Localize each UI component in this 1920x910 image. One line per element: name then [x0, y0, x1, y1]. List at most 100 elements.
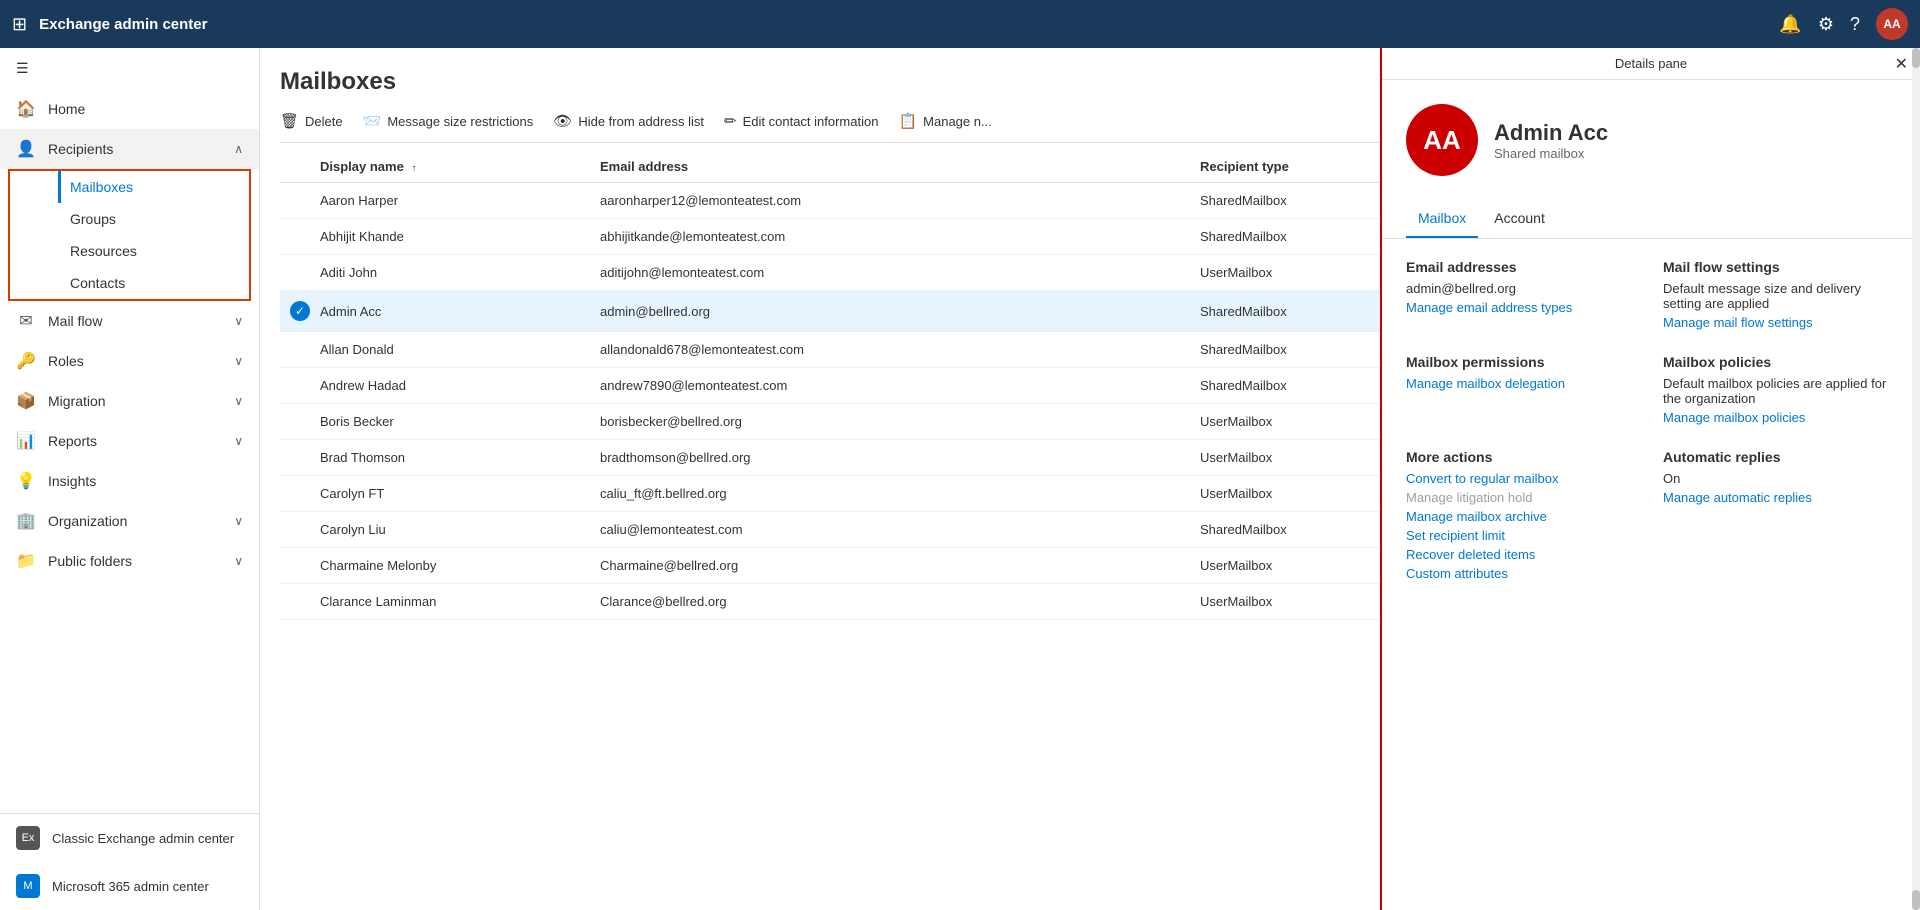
delete-button[interactable]: 🗑 Delete [280, 112, 343, 130]
custom-attributes-link[interactable]: Custom attributes [1406, 566, 1639, 581]
manage-automatic-replies-link[interactable]: Manage automatic replies [1663, 490, 1896, 505]
sidebar-item-contacts[interactable]: Contacts [58, 267, 249, 299]
convert-link[interactable]: Convert to regular mailbox [1406, 471, 1639, 486]
sidebar-item-home[interactable]: 🏠 Home [0, 89, 259, 129]
mailbox-policies-text: Default mailbox policies are applied for… [1663, 376, 1896, 406]
gear-icon[interactable]: ⚙ [1818, 14, 1834, 35]
sidebar-label-organization: Organization [48, 513, 127, 529]
table-row[interactable]: Abhijit Khande abhijitkande@lemonteatest… [280, 219, 1380, 255]
table-row[interactable]: Boris Becker borisbecker@bellred.org Use… [280, 404, 1380, 440]
sidebar-item-migration[interactable]: 📦 Migration ∨ [0, 381, 259, 421]
help-icon[interactable]: ? [1850, 14, 1860, 35]
roles-icon: 🔑 [16, 351, 36, 371]
row-check: ✓ [280, 301, 320, 321]
sidebar-item-organization[interactable]: 🏢 Organization ∨ [0, 501, 259, 541]
organization-icon: 🏢 [16, 511, 36, 531]
groups-label: Groups [70, 211, 116, 227]
archive-link[interactable]: Manage mailbox archive [1406, 509, 1639, 524]
sidebar-label-insights: Insights [48, 473, 96, 489]
row-display-name: Charmaine Melonby [320, 558, 600, 573]
classic-eac-label: Classic Exchange admin center [52, 831, 234, 846]
hide-address-button[interactable]: 👁 Hide from address list [553, 112, 704, 130]
contacts-label: Contacts [70, 275, 125, 291]
organization-arrow: ∨ [234, 514, 243, 528]
more-actions-title: More actions [1406, 449, 1639, 465]
main-inner: Mailboxes 🗑 Delete 📨 Message size restri… [260, 48, 1920, 910]
col-display-name[interactable]: Display name ↑ [320, 159, 600, 174]
sidebar-item-insights[interactable]: 💡 Insights [0, 461, 259, 501]
col-check [280, 159, 320, 174]
manage-mailbox-policies-link[interactable]: Manage mailbox policies [1663, 410, 1896, 425]
row-email: admin@bellred.org [600, 304, 1200, 319]
table-row[interactable]: Clarance Laminman Clarance@bellred.org U… [280, 584, 1380, 620]
topbar: ⊞ Exchange admin center 🔔 ⚙ ? AA [0, 0, 1920, 48]
tab-account[interactable]: Account [1482, 200, 1557, 238]
sidebar-item-mailboxes[interactable]: Mailboxes [58, 171, 249, 203]
email-address-value: admin@bellred.org [1406, 281, 1639, 296]
m365-icon: M [16, 874, 40, 898]
table-row[interactable]: Aaron Harper aaronharper12@lemonteatest.… [280, 183, 1380, 219]
recipients-subnav: Mailboxes Groups Resources Contacts Tabs [0, 169, 259, 301]
row-email: andrew7890@lemonteatest.com [600, 378, 1200, 393]
table-row[interactable]: Allan Donald allandonald678@lemonteatest… [280, 332, 1380, 368]
sidebar-item-groups[interactable]: Groups [58, 203, 249, 235]
sidebar-item-public-folders[interactable]: 📁 Public folders ∨ [0, 541, 259, 581]
table-body: Aaron Harper aaronharper12@lemonteatest.… [280, 183, 1380, 910]
sidebar-label-roles: Roles [48, 353, 84, 369]
table-row[interactable]: Carolyn FT caliu_ft@ft.bellred.org UserM… [280, 476, 1380, 512]
sidebar-item-reports[interactable]: 📊 Reports ∨ [0, 421, 259, 461]
manage-button[interactable]: 📋 Manage n... [898, 112, 991, 130]
details-pane: Details pane ✕ AA Admin Acc Shared mailb… [1380, 48, 1920, 910]
edit-contact-button[interactable]: ✏ Edit contact information [724, 112, 878, 130]
sidebar-label-recipients: Recipients [48, 141, 113, 157]
tab-mailbox[interactable]: Mailbox [1406, 200, 1478, 238]
row-type: SharedMailbox [1200, 522, 1380, 537]
manage-email-address-types-link[interactable]: Manage email address types [1406, 300, 1639, 315]
avatar[interactable]: AA [1876, 8, 1908, 40]
waffle-icon[interactable]: ⊞ [12, 14, 27, 35]
sidebar-item-recipients[interactable]: 👤 Recipients ∧ [0, 129, 259, 169]
message-size-icon: 📨 [363, 112, 382, 130]
table-row[interactable]: Carolyn Liu caliu@lemonteatest.com Share… [280, 512, 1380, 548]
recipients-icon: 👤 [16, 139, 36, 159]
table-row[interactable]: Brad Thomson bradthomson@bellred.org Use… [280, 440, 1380, 476]
table-row[interactable]: ✓ Admin Acc admin@bellred.org SharedMail… [280, 291, 1380, 332]
litigation-link: Manage litigation hold [1406, 490, 1639, 505]
details-type: Shared mailbox [1494, 146, 1608, 161]
toolbar: 🗑 Delete 📨 Message size restrictions 👁 H… [280, 112, 1380, 143]
sidebar-toggle[interactable]: ☰ [0, 48, 259, 89]
row-display-name: Andrew Hadad [320, 378, 600, 393]
row-display-name: Aditi John [320, 265, 600, 280]
col-type: Recipient type [1200, 159, 1380, 174]
manage-mailbox-delegation-link[interactable]: Manage mailbox delegation [1406, 376, 1639, 391]
table-row[interactable]: Charmaine Melonby Charmaine@bellred.org … [280, 548, 1380, 584]
row-display-name: Admin Acc [320, 304, 600, 319]
sidebar-m365[interactable]: M Microsoft 365 admin center [0, 862, 259, 910]
mail-flow-settings-title: Mail flow settings [1663, 259, 1896, 275]
row-type: UserMailbox [1200, 558, 1380, 573]
insights-icon: 💡 [16, 471, 36, 491]
sidebar-label-public-folders: Public folders [48, 553, 132, 569]
sidebar-classic-eac[interactable]: Ex Classic Exchange admin center [0, 814, 259, 862]
bell-icon[interactable]: 🔔 [1779, 14, 1801, 35]
recipient-limit-link[interactable]: Set recipient limit [1406, 528, 1639, 543]
sidebar-item-roles[interactable]: 🔑 Roles ∨ [0, 341, 259, 381]
delete-icon: 🗑 [280, 112, 299, 130]
manage-mail-flow-settings-link[interactable]: Manage mail flow settings [1663, 315, 1896, 330]
row-display-name: Boris Becker [320, 414, 600, 429]
recipients-arrow: ∧ [234, 142, 243, 156]
public-folders-icon: 📁 [16, 551, 36, 571]
edit-contact-label: Edit contact information [743, 114, 879, 129]
recover-link[interactable]: Recover deleted items [1406, 547, 1639, 562]
details-name: Admin Acc [1494, 120, 1608, 146]
mail-flow-settings-text: Default message size and delivery settin… [1663, 281, 1896, 311]
table-row[interactable]: Aditi John aditijohn@lemonteatest.com Us… [280, 255, 1380, 291]
migration-icon: 📦 [16, 391, 36, 411]
sidebar-item-resources[interactable]: Resources [58, 235, 249, 267]
sidebar-item-mail-flow[interactable]: ✉ Mail flow ∨ [0, 301, 259, 341]
table-row[interactable]: Andrew Hadad andrew7890@lemonteatest.com… [280, 368, 1380, 404]
close-button[interactable]: ✕ [1895, 54, 1908, 74]
row-display-name: Brad Thomson [320, 450, 600, 465]
hide-address-label: Hide from address list [578, 114, 704, 129]
message-size-button[interactable]: 📨 Message size restrictions [363, 112, 534, 130]
